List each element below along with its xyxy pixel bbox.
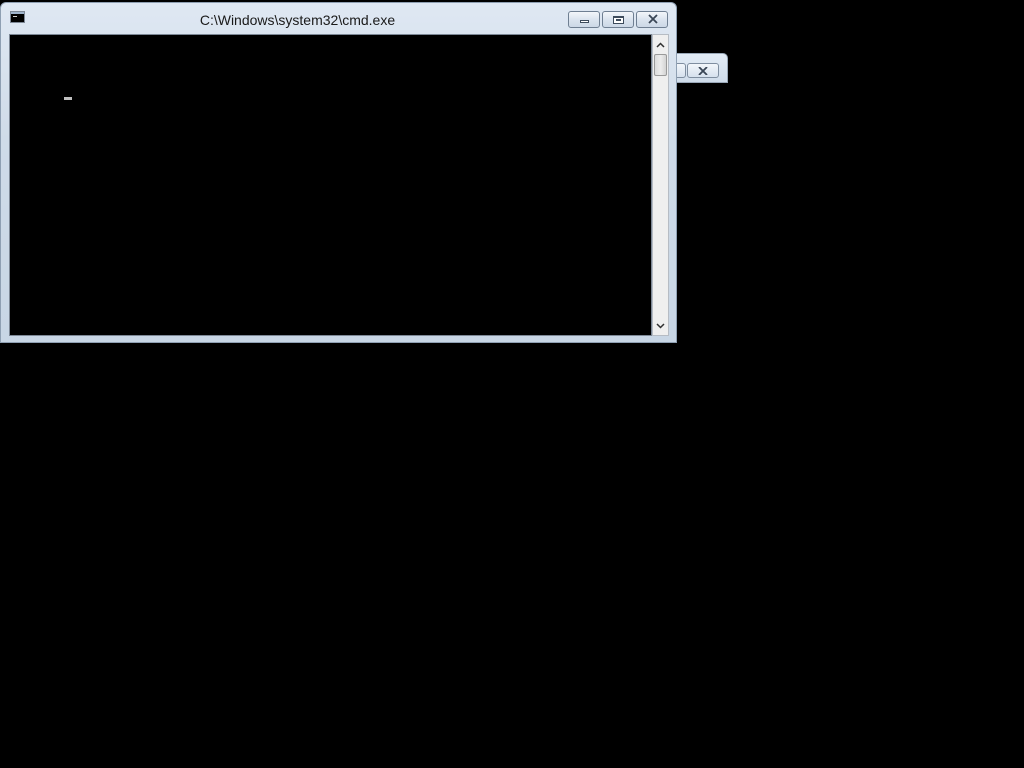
close-icon bbox=[698, 66, 708, 75]
desktop: C:\Windows\system32\cmd.exe bbox=[0, 0, 1024, 768]
close-icon bbox=[648, 14, 658, 24]
minimize-button[interactable] bbox=[568, 11, 600, 28]
console-output[interactable] bbox=[9, 34, 652, 336]
vertical-scrollbar[interactable] bbox=[652, 34, 669, 336]
chevron-down-icon bbox=[656, 322, 665, 329]
title-bar[interactable]: C:\Windows\system32\cmd.exe bbox=[1, 3, 676, 33]
background-window-close-button[interactable] bbox=[687, 63, 719, 78]
window-title: C:\Windows\system32\cmd.exe bbox=[199, 12, 396, 28]
chevron-up-icon bbox=[656, 41, 665, 48]
cmd-window[interactable]: C:\Windows\system32\cmd.exe bbox=[0, 2, 677, 343]
scroll-thumb[interactable] bbox=[654, 54, 667, 76]
maximize-button[interactable] bbox=[602, 11, 634, 28]
text-cursor bbox=[64, 97, 72, 100]
close-button[interactable] bbox=[636, 11, 668, 28]
minimize-icon bbox=[580, 20, 589, 23]
scroll-down-button[interactable] bbox=[653, 318, 668, 333]
maximize-icon bbox=[613, 16, 624, 24]
scroll-up-button[interactable] bbox=[653, 37, 668, 52]
